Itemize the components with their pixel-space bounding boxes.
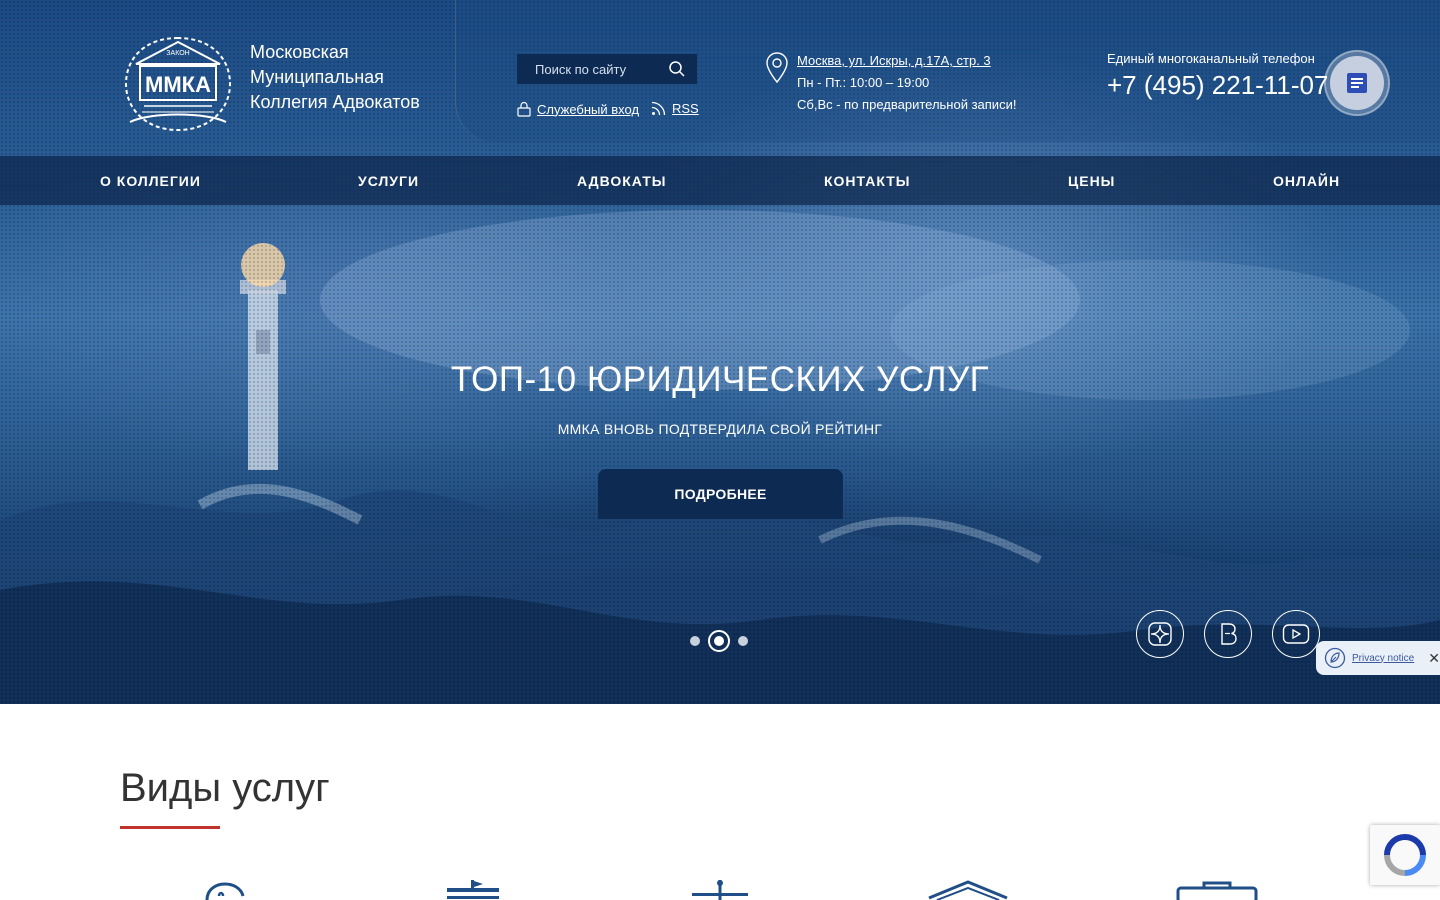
section-title-underline — [120, 826, 220, 829]
scales-icon[interactable] — [690, 878, 750, 900]
logo-top-text: ЗАКОН — [166, 50, 189, 57]
search-icon — [669, 61, 685, 77]
nav-item-prices[interactable]: ЦЕНЫ — [1068, 173, 1115, 189]
hours-weekend: Сб,Вс - по предварительной записи! — [797, 97, 1017, 112]
chat-widget-inner — [1330, 56, 1384, 110]
brand-line-3: Коллегия Адвокатов — [250, 92, 420, 112]
search-input[interactable] — [517, 61, 662, 77]
slide-more-button[interactable]: ПОДРОБНЕЕ — [598, 469, 843, 519]
house-icon[interactable] — [927, 878, 1009, 900]
vk-link[interactable] — [1204, 610, 1252, 658]
logo[interactable]: ММКА ЗАКОН — [120, 36, 236, 132]
staff-login-label: Служебный вход — [537, 101, 640, 117]
address-link[interactable]: Москва, ул. Искры, д.17А, стр. 3 — [797, 50, 1016, 72]
hours-weekdays: Пн - Пт.: 10:00 – 19:00 — [797, 75, 930, 90]
nav-item-lawyers[interactable]: АДВОКАТЫ — [577, 173, 666, 189]
nav-item-about[interactable]: О КОЛЛЕГИИ — [100, 173, 201, 189]
recaptcha-icon — [1384, 834, 1426, 876]
youtube-icon — [1282, 624, 1310, 644]
chat-widget-button[interactable] — [1324, 50, 1390, 116]
chat-icon — [1347, 73, 1367, 93]
phone-label: Единый многоканальный телефон — [1107, 51, 1315, 66]
lock-icon — [517, 101, 531, 117]
rss-link[interactable]: RSS — [651, 101, 699, 116]
map-pin-icon — [766, 52, 788, 84]
ship-icon[interactable] — [445, 878, 501, 900]
rss-label: RSS — [672, 101, 699, 116]
zen-icon — [1148, 622, 1172, 646]
search-box — [517, 54, 697, 84]
piggy-bank-icon[interactable] — [203, 878, 247, 900]
staff-login-link[interactable]: Служебный вход — [517, 101, 639, 117]
slider-pagination — [690, 630, 748, 652]
main-nav: О КОЛЛЕГИИ УСЛУГИ АДВОКАТЫ КОНТАКТЫ ЦЕНЫ… — [0, 156, 1440, 205]
contact-address: Москва, ул. Искры, д.17А, стр. 3 Пн - Пт… — [797, 50, 1016, 116]
youtube-link[interactable] — [1272, 610, 1320, 658]
privacy-notice-badge: Privacy notice ✕ — [1316, 641, 1440, 675]
slide-subtitle: ММКА ВНОВЬ ПОДТВЕРДИЛА СВОЙ РЕЙТИНГ — [557, 421, 883, 437]
brand-line-1: Московская — [250, 42, 349, 62]
privacy-icon — [1324, 647, 1346, 669]
nav-item-services[interactable]: УСЛУГИ — [358, 173, 419, 189]
rss-icon — [651, 101, 666, 116]
privacy-notice-link[interactable]: Privacy notice — [1352, 653, 1414, 664]
briefcase-icon[interactable] — [1176, 878, 1258, 900]
vk-icon — [1221, 623, 1237, 645]
slider-dot-3[interactable] — [738, 636, 748, 646]
slider-dot-2-active[interactable] — [708, 630, 730, 652]
recaptcha-badge[interactable] — [1370, 825, 1440, 885]
nav-item-online[interactable]: ОНЛАЙН — [1273, 173, 1340, 189]
services-section-title: Виды услуг — [120, 766, 330, 810]
search-button[interactable] — [662, 54, 692, 84]
nav-item-contacts[interactable]: КОНТАКТЫ — [824, 173, 910, 189]
zen-link[interactable] — [1136, 610, 1184, 658]
brand-line-2: Муниципальная — [250, 67, 384, 87]
logo-main-text: ММКА — [145, 72, 211, 97]
site-header: ММКА ЗАКОН Московская Муниципальная Колл… — [0, 0, 1440, 156]
slider-dot-1[interactable] — [690, 636, 700, 646]
slide-title: ТОП-10 ЮРИДИЧЕСКИХ УСЛУГ — [450, 360, 990, 399]
brand-name: Московская Муниципальная Коллегия Адвока… — [250, 40, 450, 115]
privacy-close-icon[interactable]: ✕ — [1428, 650, 1440, 667]
phone-number[interactable]: +7 (495) 221-11-07 — [1107, 70, 1328, 101]
